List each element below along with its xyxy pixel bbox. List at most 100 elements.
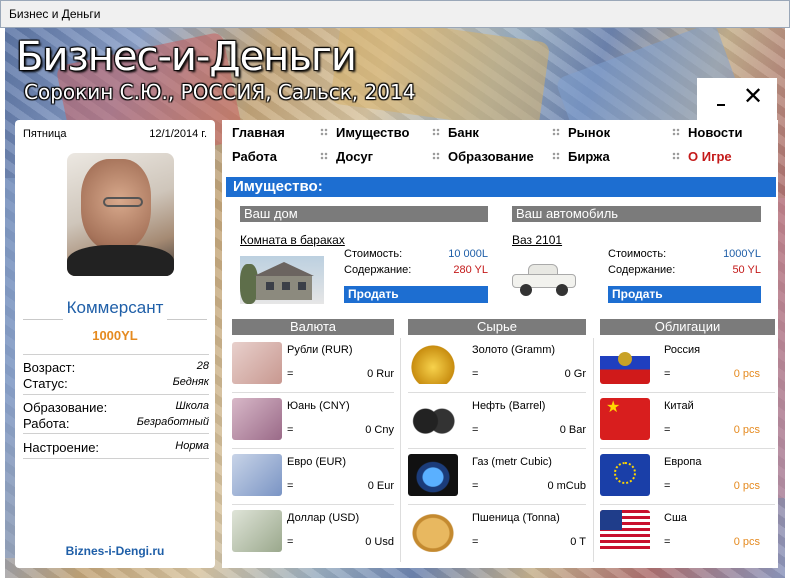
nav-news[interactable]: Новости — [688, 125, 743, 140]
row-divider — [232, 392, 394, 393]
stat-status-label: Статус: — [23, 376, 68, 391]
grid-dots-icon — [320, 128, 328, 136]
equals-sign: = — [664, 368, 671, 380]
minimize-button[interactable] — [717, 104, 725, 106]
grid-dots-icon — [672, 128, 680, 136]
currency-usd-name: Доллар (USD) — [287, 512, 360, 524]
equals-sign: = — [472, 368, 479, 380]
row-divider — [232, 504, 394, 505]
home-name-link[interactable]: Комната в бараках — [240, 233, 345, 247]
car-name-link[interactable]: Ваз 2101 — [512, 233, 562, 247]
bond-usa-name: Сша — [664, 512, 687, 524]
bonds-header: Облигации — [600, 319, 775, 335]
divider — [23, 354, 209, 355]
player-money: 1000YL — [92, 328, 138, 343]
currency-rur-name: Рубли (RUR) — [287, 344, 353, 356]
car-sell-button[interactable]: Продать — [608, 286, 761, 303]
commodity-oil-value: 0 Bar — [559, 424, 586, 436]
divider — [23, 433, 209, 434]
main-nav: Главная Имущество Банк Рынок Новости Раб… — [222, 120, 778, 172]
equals-sign: = — [664, 536, 671, 548]
stat-age-label: Возраст: — [23, 360, 76, 375]
stat-education-label: Образование: — [23, 400, 108, 415]
page-title: Имущество: — [226, 177, 776, 197]
nav-bank[interactable]: Банк — [448, 125, 479, 140]
row-divider — [600, 504, 775, 505]
nav-market[interactable]: Рынок — [568, 125, 610, 140]
gas-burner-icon — [408, 454, 458, 496]
window-controls: ✕ — [697, 78, 777, 120]
bond-usa-value: 0 pcs — [733, 536, 760, 548]
equals-sign: = — [287, 480, 294, 492]
nav-home[interactable]: Главная — [232, 125, 285, 140]
nav-exchange[interactable]: Биржа — [568, 149, 610, 164]
profile-panel: Пятница 12/1/2014 г. Коммерсант 1000YL В… — [15, 120, 215, 568]
equals-sign: = — [287, 536, 294, 548]
currency-cny-value: 0 Cny — [365, 424, 394, 436]
app-title: Бизнес-и-Деньги — [16, 34, 357, 80]
row-divider — [408, 392, 586, 393]
window-title: Бизнес и Деньги — [9, 7, 101, 21]
home-upkeep-label: Содержание: — [344, 264, 412, 276]
row-divider — [408, 504, 586, 505]
china-flag-icon: ★ — [600, 398, 650, 440]
equals-sign: = — [664, 480, 671, 492]
home-section-header: Ваш дом — [240, 206, 488, 222]
usa-flag-icon — [600, 510, 650, 552]
grid-dots-icon — [432, 152, 440, 160]
column-divider — [593, 338, 594, 562]
bond-europe-value: 0 pcs — [733, 480, 760, 492]
commodity-gold-value: 0 Gr — [564, 368, 586, 380]
oil-barrels-icon — [408, 398, 458, 440]
commodity-oil-name: Нефть (Barrel) — [472, 400, 546, 412]
commodity-wheat-value: 0 T — [570, 536, 586, 548]
avatar — [67, 153, 174, 276]
rank-divider-right — [167, 319, 207, 320]
grid-dots-icon — [320, 152, 328, 160]
divider — [23, 394, 209, 395]
equals-sign: = — [287, 368, 294, 380]
bond-china-value: 0 pcs — [733, 424, 760, 436]
grid-dots-icon — [432, 128, 440, 136]
car-cost-label: Стоимость: — [608, 248, 667, 260]
grid-dots-icon — [552, 152, 560, 160]
rank-divider-left — [23, 319, 63, 320]
avatar-shirt — [67, 245, 174, 276]
home-cost-value: 10 000L — [448, 248, 488, 260]
row-divider — [232, 448, 394, 449]
divider — [23, 458, 209, 459]
equals-sign: = — [287, 424, 294, 436]
commodity-gas-name: Газ (metr Cubic) — [472, 456, 552, 468]
site-link[interactable]: Biznes-i-Dengi.ru — [15, 544, 215, 558]
home-upkeep-value: 280 YL — [453, 264, 488, 276]
currency-rur-value: 0 Rur — [367, 368, 394, 380]
bond-china-name: Китай — [664, 400, 694, 412]
row-divider — [408, 448, 586, 449]
game-date: 12/1/2014 г. — [149, 128, 207, 140]
currency-eur-value: 0 Eur — [367, 480, 394, 492]
grid-dots-icon — [672, 152, 680, 160]
car-cost-value: 1000YL — [723, 248, 761, 260]
nav-about[interactable]: О Игре — [688, 149, 732, 164]
commodity-gas-value: 0 mCub — [547, 480, 586, 492]
nav-work[interactable]: Работа — [232, 149, 277, 164]
weekday: Пятница — [23, 128, 67, 140]
column-divider — [400, 338, 401, 562]
stat-job-label: Работа: — [23, 416, 70, 431]
wheat-grain-icon — [408, 510, 458, 552]
nav-leisure[interactable]: Досуг — [336, 149, 373, 164]
house-image — [240, 256, 324, 304]
home-sell-button[interactable]: Продать — [344, 286, 488, 303]
bond-russia-name: Россия — [664, 344, 701, 356]
nav-education[interactable]: Образование — [448, 149, 534, 164]
property-page: Имущество: Ваш дом Комната в бараках Сто… — [222, 172, 778, 568]
stat-job-value: Безработный — [136, 416, 209, 428]
close-button[interactable]: ✕ — [743, 82, 763, 110]
currency-usd-value: 0 Usd — [365, 536, 394, 548]
equals-sign: = — [472, 480, 479, 492]
nav-property[interactable]: Имущество — [336, 125, 409, 140]
row-divider — [600, 448, 775, 449]
currency-header: Валюта — [232, 319, 394, 335]
stat-status-value: Бедняк — [172, 376, 209, 388]
car-image — [510, 258, 578, 302]
